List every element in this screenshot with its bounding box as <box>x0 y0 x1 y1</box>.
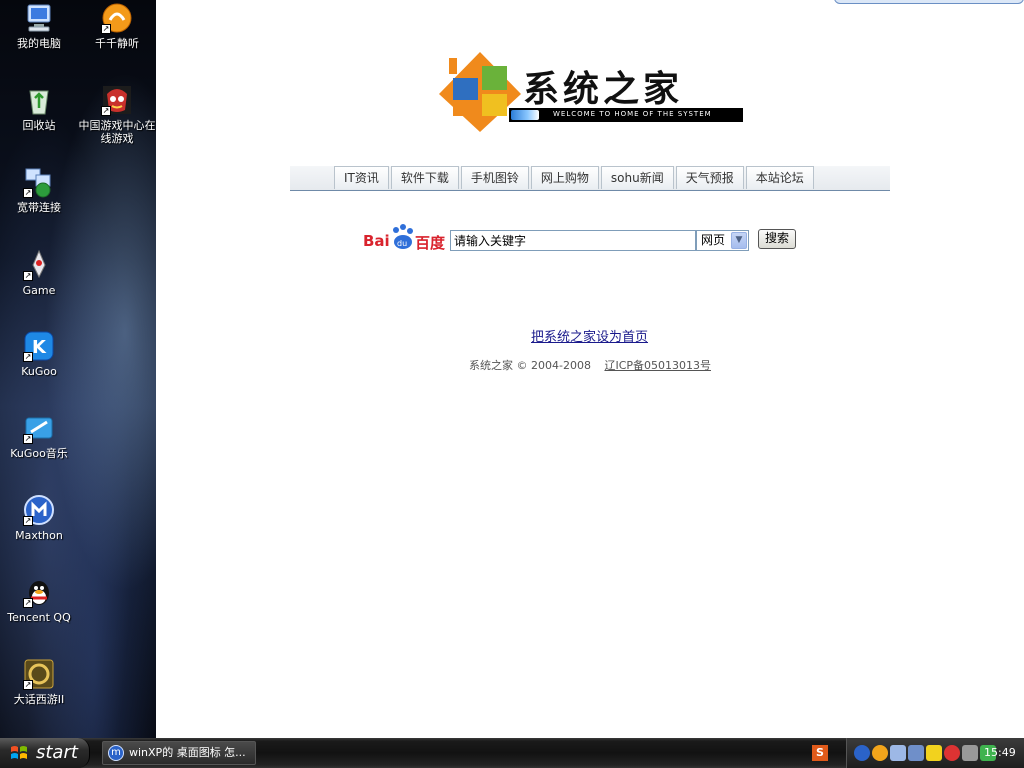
game-center-icon: ↗ <box>101 84 133 116</box>
network-icon[interactable] <box>908 745 924 761</box>
maxthon-icon: ↗ <box>23 494 55 526</box>
game-icon: ↗ <box>23 249 55 281</box>
desktop-icon-broadband[interactable]: ↗ 宽带连接 <box>0 166 78 214</box>
desktop-icon-game[interactable]: ↗ Game <box>0 249 78 297</box>
footer: 系统之家 © 2004-2008 辽ICP备05013013号 <box>469 357 711 373</box>
set-homepage-link[interactable]: 把系统之家设为首页 <box>531 326 648 345</box>
desktop-icon-label: 千千静听 <box>95 37 139 50</box>
desktop-icon-label: 宽带连接 <box>17 201 61 214</box>
browser-page: 系统之家 WELCOME TO HOME OF THE SYSTEM IT资讯 … <box>156 0 1024 738</box>
desktop: 我的电脑 ↗ 千千静听 回收站 ↗ 中国游戏中心在线游戏 ↗ 宽带连接 ↗ Ga… <box>0 0 156 738</box>
icp-link[interactable]: 辽ICP备05013013号 <box>604 359 711 372</box>
desktop-icon-maxthon[interactable]: ↗ Maxthon <box>0 494 78 542</box>
desktop-icon-my-computer[interactable]: 我的电脑 <box>0 2 78 50</box>
nav-tab-software-download[interactable]: 软件下载 <box>390 166 459 189</box>
recycle-bin-icon <box>23 84 55 116</box>
shortcut-arrow-icon: ↗ <box>23 680 33 690</box>
baidu-logo[interactable]: Bai du 百度 <box>363 224 445 252</box>
chevron-down-icon[interactable]: ▼ <box>731 232 747 249</box>
kugoo-icon: K ↗ <box>23 330 55 362</box>
shortcut-arrow-icon: ↗ <box>23 188 33 198</box>
nav-tab-it-news[interactable]: IT资讯 <box>334 166 389 189</box>
broadband-connection-icon: ↗ <box>23 166 55 198</box>
baidu-logo-text-right: 百度 <box>415 234 446 252</box>
nav-tab-mobile-ringtones[interactable]: 手机图铃 <box>460 166 529 189</box>
nav-bar: IT资讯 软件下载 手机图铃 网上购物 sohu新闻 天气预报 本站论坛 <box>290 166 890 191</box>
site-logo-tagline: WELCOME TO HOME OF THE SYSTEM <box>553 110 712 118</box>
shortcut-arrow-icon: ↗ <box>23 434 33 444</box>
site-logo-title: 系统之家 <box>523 68 684 110</box>
nav-tab-sohu-news[interactable]: sohu新闻 <box>600 166 674 189</box>
maxthon-tray-icon[interactable] <box>854 745 870 761</box>
search-button[interactable]: 搜索 <box>758 229 796 249</box>
qq-tray-icon[interactable] <box>944 745 960 761</box>
taskbar-window-label: winXP的 桌面图标 怎... <box>129 746 246 759</box>
search-category-select[interactable]: 网页 ▼ <box>696 230 749 251</box>
desktop-icon-label: 我的电脑 <box>17 37 61 50</box>
network-icon[interactable] <box>890 745 906 761</box>
desktop-icon-label: Tencent QQ <box>7 611 71 624</box>
desktop-icon-dahua-xiyou[interactable]: ↗ 大话西游II <box>0 658 78 706</box>
ttplayer-tray-icon[interactable] <box>872 745 888 761</box>
nav-tab-online-shopping[interactable]: 网上购物 <box>530 166 599 189</box>
taskbar: start m winXP的 桌面图标 怎... S 15:49 <box>0 738 1024 768</box>
desktop-icon-label: KuGoo音乐 <box>10 447 68 460</box>
clock: 15:49 <box>984 746 1016 759</box>
desktop-icon-qq[interactable]: ↗ Tencent QQ <box>0 576 78 624</box>
desktop-icon-label: Maxthon <box>15 529 63 542</box>
search-input[interactable] <box>450 230 696 251</box>
desktop-icon-kugoo-music[interactable]: ↗ KuGoo音乐 <box>0 412 78 460</box>
start-label: start <box>36 742 78 763</box>
my-computer-icon <box>23 2 55 34</box>
ime-icon[interactable]: S <box>812 745 828 761</box>
shortcut-arrow-icon: ↗ <box>101 106 111 116</box>
nav-tab-forum[interactable]: 本站论坛 <box>745 166 814 189</box>
dahua-xiyou-icon: ↗ <box>23 658 55 690</box>
search-category-value: 网页 <box>701 233 726 247</box>
desktop-icon-game-center[interactable]: ↗ 中国游戏中心在线游戏 <box>78 84 156 145</box>
nav-tab-weather[interactable]: 天气预报 <box>675 166 744 189</box>
footer-copyright: 系统之家 © 2004-2008 <box>469 359 591 372</box>
svg-text:K: K <box>32 337 47 358</box>
desktop-icon-recycle-bin[interactable]: 回收站 <box>0 84 78 132</box>
ttplayer-icon: ↗ <box>101 2 133 34</box>
shortcut-arrow-icon: ↗ <box>23 352 33 362</box>
logo-pill-icon <box>511 110 539 120</box>
baidu-logo-text-left: Bai <box>363 232 390 250</box>
desktop-icon-label: KuGoo <box>21 365 57 378</box>
svg-text:du: du <box>397 239 407 248</box>
warning-icon[interactable] <box>926 745 942 761</box>
kugoo-music-icon: ↗ <box>23 412 55 444</box>
taskbar-window-button[interactable]: m winXP的 桌面图标 怎... <box>102 741 256 765</box>
desktop-icon-ttplayer[interactable]: ↗ 千千静听 <box>78 2 156 50</box>
window-edge <box>834 0 1024 4</box>
windows-flag-icon <box>11 746 27 759</box>
shortcut-arrow-icon: ↗ <box>23 598 33 608</box>
shortcut-arrow-icon: ↗ <box>23 271 33 281</box>
shortcut-arrow-icon: ↗ <box>23 516 33 526</box>
desktop-icon-label: Game <box>22 284 56 297</box>
qq-icon: ↗ <box>23 576 55 608</box>
start-button[interactable]: start <box>0 738 90 768</box>
baidu-paw-icon: du <box>393 224 413 249</box>
site-logo[interactable]: 系统之家 WELCOME TO HOME OF THE SYSTEM <box>437 50 747 132</box>
maxthon-icon: m <box>108 745 124 761</box>
volume-icon[interactable] <box>962 745 978 761</box>
shortcut-arrow-icon: ↗ <box>101 24 111 34</box>
desktop-icon-kugoo[interactable]: K ↗ KuGoo <box>0 330 78 378</box>
desktop-icon-label: 大话西游II <box>13 693 65 706</box>
desktop-icon-label: 中国游戏中心在线游戏 <box>78 119 156 145</box>
site-logo-tagline-bar: WELCOME TO HOME OF THE SYSTEM <box>509 108 743 122</box>
desktop-icon-label: 回收站 <box>22 119 56 132</box>
